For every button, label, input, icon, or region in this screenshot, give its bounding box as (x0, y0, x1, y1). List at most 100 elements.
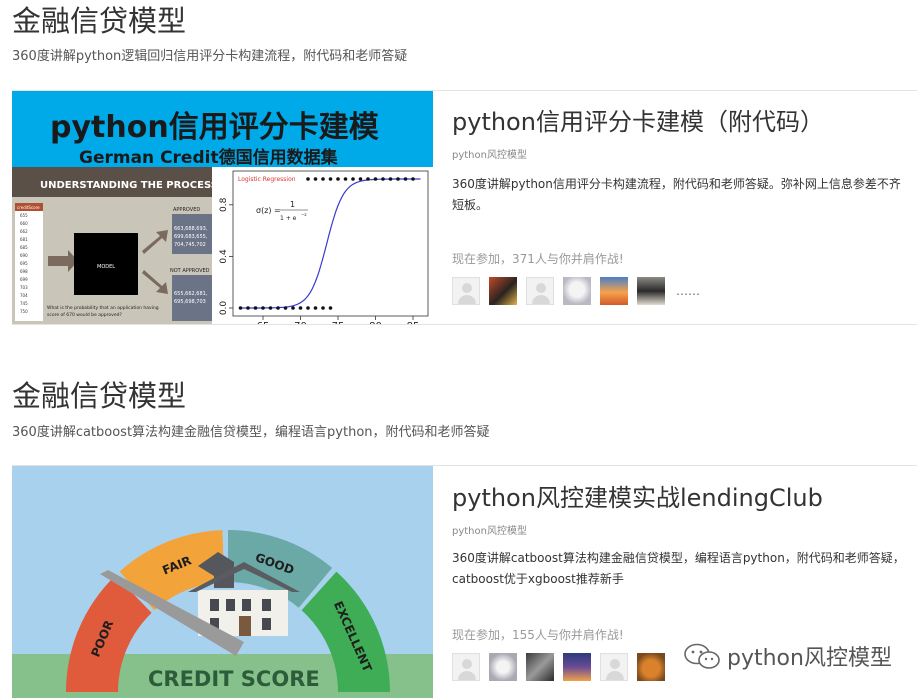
data-point (306, 177, 310, 181)
thumb-banner: UNDERSTANDING THE PROCESS (40, 180, 218, 191)
data-point (261, 306, 265, 310)
course-card[interactable]: python信用评分卡建模 German Credit德国信用数据集 UNDER… (12, 90, 917, 325)
data-point (276, 306, 280, 310)
svg-text:695,698,703: 695,698,703 (174, 299, 206, 305)
y-tick-label: 0.8 (219, 197, 229, 212)
avatar[interactable] (452, 653, 480, 681)
score-list-item: 703 (20, 285, 28, 290)
svg-text:What is the probability that a: What is the probability that an applicat… (47, 305, 159, 311)
gauge-caption: CREDIT SCORE (148, 667, 320, 691)
avatar[interactable] (563, 653, 591, 681)
section-subtitle: 360度讲解python逻辑回归信用评分卡构建流程，附代码和老师答疑 (12, 49, 408, 64)
data-point (253, 306, 258, 310)
svg-text:σ(z) =: σ(z) = (256, 206, 281, 215)
course-title-link[interactable]: python风控建模实战lendingClub (452, 486, 823, 510)
section-subtitle: 360度讲解catboost算法构建金融信贷模型，编程语言python，附代码和… (12, 425, 490, 440)
data-point (366, 177, 370, 181)
data-point (313, 306, 318, 310)
data-point (321, 177, 325, 181)
course-thumbnail[interactable]: POOR FAIR GOOD EXCELLENT CREDIT SCORE (12, 466, 433, 698)
approved-label: APPROVED (173, 207, 200, 213)
data-point (283, 306, 288, 310)
score-list-item: 660 (20, 221, 28, 226)
score-list-item: 704 (20, 293, 28, 298)
data-point (403, 177, 408, 181)
thumb-subtitle: German Credit德国信用数据集 (79, 147, 339, 168)
svg-text:704,745,702: 704,745,702 (174, 242, 206, 248)
data-point (321, 306, 325, 310)
data-point (343, 177, 348, 181)
data-point (238, 306, 243, 310)
avatar[interactable] (489, 653, 517, 681)
credit-scorecard-image: python信用评分卡建模 German Credit德国信用数据集 UNDER… (12, 91, 433, 324)
y-tick-label: 0.0 (219, 301, 229, 316)
data-point (358, 177, 363, 181)
course-tag[interactable]: python风控模型 (452, 151, 527, 161)
course-title-link[interactable]: python信用评分卡建模（附代码） (452, 110, 824, 134)
more-avatars[interactable]: …… (676, 284, 700, 298)
data-point (328, 177, 333, 181)
avatar[interactable] (489, 277, 517, 305)
svg-text:663,688,693,: 663,688,693, (174, 226, 208, 232)
x-tick-label: 70 (294, 321, 307, 324)
svg-text:score of 670 would be approved: score of 670 would be approved? (47, 312, 122, 318)
section-title: 金融信贷模型 (12, 4, 187, 38)
data-point (328, 306, 333, 310)
course-thumbnail[interactable]: python信用评分卡建模 German Credit德国信用数据集 UNDER… (12, 91, 433, 324)
data-point (298, 306, 303, 310)
avatar[interactable] (637, 653, 665, 681)
participant-avatars (452, 653, 674, 681)
y-tick-label: 0.4 (219, 249, 229, 264)
score-list-item: 750 (20, 309, 28, 314)
x-tick-label: 80 (369, 321, 382, 324)
data-point (388, 177, 393, 181)
model-label: MODEL (97, 264, 115, 270)
avatar[interactable] (526, 277, 554, 305)
score-list-item: 685 (20, 245, 28, 250)
score-list-item: 655 (20, 213, 28, 218)
data-point (381, 177, 385, 181)
score-list-item: 695 (20, 261, 28, 266)
x-tick-label: 75 (332, 321, 345, 324)
score-list-item: 699 (20, 277, 28, 282)
score-list-header: creditScore (17, 205, 40, 210)
course-description: 360度讲解catboost算法构建金融信贷模型，编程语言python，附代码和… (452, 551, 905, 586)
data-point (246, 306, 250, 310)
not-approved-label: NOT APPROVED (170, 268, 210, 274)
data-point (313, 177, 318, 181)
participant-count: 现在参加，371人与你并肩作战! (452, 252, 624, 266)
watermark-text: python风控模型 (727, 646, 892, 671)
watermark: python风控模型 (683, 640, 892, 672)
score-list-item: 698 (20, 269, 28, 274)
plot-title: Logistic Regression (238, 176, 296, 183)
svg-text:−z: −z (301, 212, 306, 217)
avatar[interactable] (600, 653, 628, 681)
avatar[interactable] (526, 653, 554, 681)
avatar[interactable] (637, 277, 665, 305)
avatar[interactable] (452, 277, 480, 305)
x-tick-label: 65 (257, 321, 270, 324)
score-list-item: 690 (20, 253, 28, 258)
data-point (291, 306, 295, 310)
data-point (306, 306, 310, 310)
svg-text:699,683,655,: 699,683,655, (174, 234, 208, 240)
score-list-item: 681 (20, 237, 28, 242)
data-point (336, 177, 340, 181)
participant-avatars: …… (452, 277, 700, 305)
thumb-title: python信用评分卡建模 (50, 110, 379, 145)
svg-text:1: 1 (290, 200, 295, 209)
course-tag[interactable]: python风控模型 (452, 527, 527, 537)
avatar[interactable] (600, 277, 628, 305)
course-description: 360度讲解python信用评分卡构建流程，附代码和老师答疑。弥补网上信息参差不… (452, 177, 901, 212)
data-point (268, 306, 273, 310)
score-list-item: 662 (20, 229, 28, 234)
avatar[interactable] (563, 277, 591, 305)
data-point (351, 177, 355, 181)
svg-text:655,662,681,: 655,662,681, (174, 291, 208, 297)
data-point (396, 177, 400, 181)
score-list-item: 745 (20, 301, 28, 306)
participant-count: 现在参加，155人与你并肩作战! (452, 628, 624, 642)
wechat-icon (684, 643, 720, 669)
data-point (373, 177, 378, 181)
credit-score-gauge-image: POORFAIR GOODEXCELLENT CREDIT SCORE (12, 466, 433, 698)
